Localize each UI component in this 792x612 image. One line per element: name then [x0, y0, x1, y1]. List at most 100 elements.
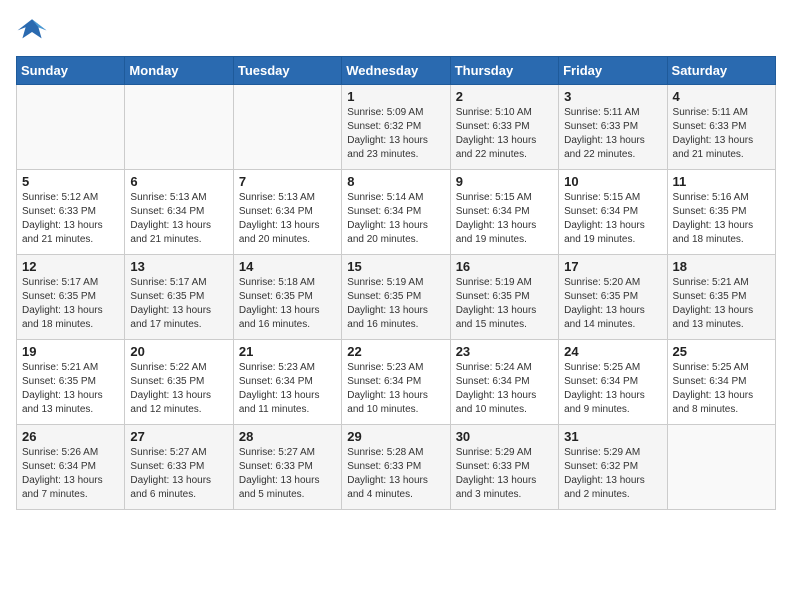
- day-info: Sunrise: 5:13 AMSunset: 6:34 PMDaylight:…: [130, 191, 227, 247]
- calendar-cell: [125, 85, 233, 170]
- calendar-cell: 16 Sunrise: 5:19 AMSunset: 6:35 PMDayligh…: [450, 255, 558, 340]
- calendar-week-5: 26 Sunrise: 5:26 AMSunset: 6:34 PMDayligh…: [17, 425, 776, 510]
- day-info: Sunrise: 5:12 AMSunset: 6:33 PMDaylight:…: [22, 191, 119, 247]
- day-number: 1: [347, 89, 444, 104]
- calendar-cell: 11 Sunrise: 5:16 AMSunset: 6:35 PMDayligh…: [667, 170, 775, 255]
- calendar-cell: 24 Sunrise: 5:25 AMSunset: 6:34 PMDayligh…: [559, 340, 667, 425]
- calendar-cell: 28 Sunrise: 5:27 AMSunset: 6:33 PMDayligh…: [233, 425, 341, 510]
- day-number: 10: [564, 174, 661, 189]
- day-info: Sunrise: 5:17 AMSunset: 6:35 PMDaylight:…: [130, 276, 227, 332]
- day-info: Sunrise: 5:27 AMSunset: 6:33 PMDaylight:…: [239, 446, 336, 502]
- calendar-cell: 27 Sunrise: 5:27 AMSunset: 6:33 PMDayligh…: [125, 425, 233, 510]
- day-info: Sunrise: 5:25 AMSunset: 6:34 PMDaylight:…: [673, 361, 770, 417]
- day-info: Sunrise: 5:24 AMSunset: 6:34 PMDaylight:…: [456, 361, 553, 417]
- day-info: Sunrise: 5:27 AMSunset: 6:33 PMDaylight:…: [130, 446, 227, 502]
- day-info: Sunrise: 5:13 AMSunset: 6:34 PMDaylight:…: [239, 191, 336, 247]
- day-number: 5: [22, 174, 119, 189]
- calendar-cell: 10 Sunrise: 5:15 AMSunset: 6:34 PMDayligh…: [559, 170, 667, 255]
- day-number: 8: [347, 174, 444, 189]
- calendar-cell: 19 Sunrise: 5:21 AMSunset: 6:35 PMDayligh…: [17, 340, 125, 425]
- day-number: 22: [347, 344, 444, 359]
- day-info: Sunrise: 5:10 AMSunset: 6:33 PMDaylight:…: [456, 106, 553, 162]
- calendar-cell: 21 Sunrise: 5:23 AMSunset: 6:34 PMDayligh…: [233, 340, 341, 425]
- weekday-header-wednesday: Wednesday: [342, 57, 450, 85]
- day-number: 16: [456, 259, 553, 274]
- calendar-week-1: 1 Sunrise: 5:09 AMSunset: 6:32 PMDaylight…: [17, 85, 776, 170]
- calendar-table: SundayMondayTuesdayWednesdayThursdayFrid…: [16, 56, 776, 510]
- weekday-header-monday: Monday: [125, 57, 233, 85]
- day-info: Sunrise: 5:21 AMSunset: 6:35 PMDaylight:…: [673, 276, 770, 332]
- day-number: 28: [239, 429, 336, 444]
- day-number: 31: [564, 429, 661, 444]
- logo-icon: [16, 16, 48, 44]
- day-info: Sunrise: 5:11 AMSunset: 6:33 PMDaylight:…: [564, 106, 661, 162]
- weekday-header-tuesday: Tuesday: [233, 57, 341, 85]
- day-info: Sunrise: 5:20 AMSunset: 6:35 PMDaylight:…: [564, 276, 661, 332]
- day-info: Sunrise: 5:15 AMSunset: 6:34 PMDaylight:…: [564, 191, 661, 247]
- day-number: 23: [456, 344, 553, 359]
- day-number: 29: [347, 429, 444, 444]
- day-number: 30: [456, 429, 553, 444]
- day-number: 17: [564, 259, 661, 274]
- day-number: 13: [130, 259, 227, 274]
- weekday-header-thursday: Thursday: [450, 57, 558, 85]
- day-number: 3: [564, 89, 661, 104]
- calendar-cell: 17 Sunrise: 5:20 AMSunset: 6:35 PMDayligh…: [559, 255, 667, 340]
- day-info: Sunrise: 5:19 AMSunset: 6:35 PMDaylight:…: [347, 276, 444, 332]
- day-info: Sunrise: 5:14 AMSunset: 6:34 PMDaylight:…: [347, 191, 444, 247]
- weekday-header-row: SundayMondayTuesdayWednesdayThursdayFrid…: [17, 57, 776, 85]
- day-number: 11: [673, 174, 770, 189]
- day-number: 27: [130, 429, 227, 444]
- day-number: 21: [239, 344, 336, 359]
- calendar-cell: 25 Sunrise: 5:25 AMSunset: 6:34 PMDayligh…: [667, 340, 775, 425]
- calendar-week-3: 12 Sunrise: 5:17 AMSunset: 6:35 PMDayligh…: [17, 255, 776, 340]
- day-info: Sunrise: 5:25 AMSunset: 6:34 PMDaylight:…: [564, 361, 661, 417]
- calendar-cell: 29Sunrise: 5:28 AMSunset: 6:33 PMDayligh…: [342, 425, 450, 510]
- day-number: 2: [456, 89, 553, 104]
- day-info: Sunrise: 5:09 AMSunset: 6:32 PMDaylight:…: [347, 106, 444, 162]
- calendar-cell: 6 Sunrise: 5:13 AMSunset: 6:34 PMDaylight…: [125, 170, 233, 255]
- day-number: 15: [347, 259, 444, 274]
- day-number: 9: [456, 174, 553, 189]
- day-info: Sunrise: 5:11 AMSunset: 6:33 PMDaylight:…: [673, 106, 770, 162]
- calendar-cell: 22 Sunrise: 5:23 AMSunset: 6:34 PMDayligh…: [342, 340, 450, 425]
- day-number: 4: [673, 89, 770, 104]
- calendar-cell: 18 Sunrise: 5:21 AMSunset: 6:35 PMDayligh…: [667, 255, 775, 340]
- calendar-cell: 1 Sunrise: 5:09 AMSunset: 6:32 PMDaylight…: [342, 85, 450, 170]
- calendar-week-4: 19 Sunrise: 5:21 AMSunset: 6:35 PMDayligh…: [17, 340, 776, 425]
- day-number: 12: [22, 259, 119, 274]
- day-info: Sunrise: 5:19 AMSunset: 6:35 PMDaylight:…: [456, 276, 553, 332]
- calendar-cell: 30 Sunrise: 5:29 AMSunset: 6:33 PMDayligh…: [450, 425, 558, 510]
- calendar-cell: 14Sunrise: 5:18 AMSunset: 6:35 PMDayligh…: [233, 255, 341, 340]
- calendar-cell: 23 Sunrise: 5:24 AMSunset: 6:34 PMDayligh…: [450, 340, 558, 425]
- calendar-cell: 3 Sunrise: 5:11 AMSunset: 6:33 PMDaylight…: [559, 85, 667, 170]
- weekday-header-friday: Friday: [559, 57, 667, 85]
- day-info: Sunrise: 5:22 AMSunset: 6:35 PMDaylight:…: [130, 361, 227, 417]
- calendar-cell: 2 Sunrise: 5:10 AMSunset: 6:33 PMDaylight…: [450, 85, 558, 170]
- day-number: 20: [130, 344, 227, 359]
- day-number: 25: [673, 344, 770, 359]
- day-number: 24: [564, 344, 661, 359]
- day-info: Sunrise: 5:21 AMSunset: 6:35 PMDaylight:…: [22, 361, 119, 417]
- calendar-cell: 7 Sunrise: 5:13 AMSunset: 6:34 PMDaylight…: [233, 170, 341, 255]
- day-info: Sunrise: 5:16 AMSunset: 6:35 PMDaylight:…: [673, 191, 770, 247]
- calendar-cell: [233, 85, 341, 170]
- day-number: 26: [22, 429, 119, 444]
- day-info: Sunrise: 5:26 AMSunset: 6:34 PMDaylight:…: [22, 446, 119, 502]
- day-number: 7: [239, 174, 336, 189]
- calendar-cell: [17, 85, 125, 170]
- day-info: Sunrise: 5:23 AMSunset: 6:34 PMDaylight:…: [239, 361, 336, 417]
- day-info: Sunrise: 5:18 AMSunset: 6:35 PMDaylight:…: [239, 276, 336, 332]
- calendar-cell: 12 Sunrise: 5:17 AMSunset: 6:35 PMDayligh…: [17, 255, 125, 340]
- day-number: 18: [673, 259, 770, 274]
- day-number: 19: [22, 344, 119, 359]
- day-info: Sunrise: 5:29 AMSunset: 6:33 PMDaylight:…: [456, 446, 553, 502]
- day-info: Sunrise: 5:29 AMSunset: 6:32 PMDaylight:…: [564, 446, 661, 502]
- calendar-cell: 8 Sunrise: 5:14 AMSunset: 6:34 PMDaylight…: [342, 170, 450, 255]
- day-number: 6: [130, 174, 227, 189]
- day-info: Sunrise: 5:23 AMSunset: 6:34 PMDaylight:…: [347, 361, 444, 417]
- calendar-cell: 20 Sunrise: 5:22 AMSunset: 6:35 PMDayligh…: [125, 340, 233, 425]
- day-info: Sunrise: 5:15 AMSunset: 6:34 PMDaylight:…: [456, 191, 553, 247]
- day-info: Sunrise: 5:17 AMSunset: 6:35 PMDaylight:…: [22, 276, 119, 332]
- calendar-cell: 15 Sunrise: 5:19 AMSunset: 6:35 PMDayligh…: [342, 255, 450, 340]
